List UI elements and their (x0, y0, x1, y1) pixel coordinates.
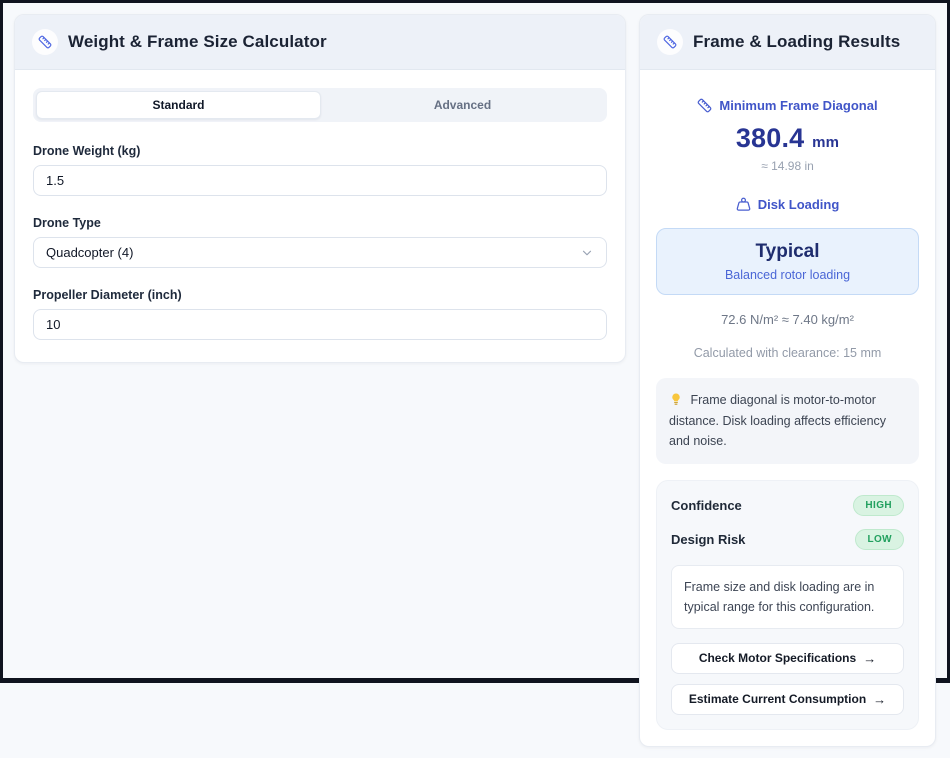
propeller-diameter-input[interactable] (33, 309, 607, 340)
drone-type-selected-value: Quadcopter (4) (46, 245, 133, 260)
calculator-title: Weight & Frame Size Calculator (68, 32, 327, 52)
design-risk-row: Design Risk LOW (671, 529, 904, 550)
confidence-label: Confidence (671, 498, 742, 513)
disk-loading-value: 72.6 N/m² ≈ 7.40 kg/m² (656, 312, 919, 327)
disk-loading-heading: Disk Loading (736, 197, 840, 212)
arrow-right-icon: → (873, 692, 886, 707)
arrow-right-icon: → (863, 651, 876, 666)
tip-text: Frame diagonal is motor-to-motor distanc… (669, 393, 886, 448)
summary-card: Confidence HIGH Design Risk LOW Frame si… (656, 480, 919, 730)
check-motor-specifications-label: Check Motor Specifications (699, 651, 856, 665)
drone-type-select[interactable]: Quadcopter (4) (33, 237, 607, 268)
calculator-header: Weight & Frame Size Calculator (15, 15, 625, 70)
results-body: Minimum Frame Diagonal 380.4 mm ≈ 14.98 … (640, 70, 935, 746)
frame-diagonal-number: 380.4 (736, 123, 805, 153)
disk-loading-rating-desc: Balanced rotor loading (669, 268, 906, 282)
drone-type-label: Drone Type (33, 216, 607, 230)
drone-weight-field: Drone Weight (kg) (33, 144, 607, 196)
disk-loading-rating-card: Typical Balanced rotor loading (656, 228, 919, 295)
frame-diagonal-alt: ≈ 14.98 in (656, 159, 919, 173)
frame-diagonal-heading: Minimum Frame Diagonal (697, 98, 877, 113)
calculator-body: Standard Advanced Drone Weight (kg) Dron… (15, 70, 625, 362)
tip-box: Frame diagonal is motor-to-motor distanc… (656, 378, 919, 464)
confidence-badge: HIGH (853, 495, 904, 516)
disk-loading-label: Disk Loading (758, 197, 840, 212)
ruler-icon (697, 98, 712, 113)
estimate-current-consumption-button[interactable]: Estimate Current Consumption → (671, 684, 904, 715)
calculator-panel: Weight & Frame Size Calculator Standard … (14, 14, 626, 363)
drone-type-field: Drone Type Quadcopter (4) (33, 216, 607, 268)
results-title: Frame & Loading Results (693, 32, 900, 52)
mode-tabs: Standard Advanced (33, 88, 607, 122)
summary-message: Frame size and disk loading are in typic… (671, 565, 904, 629)
weight-icon (736, 197, 751, 212)
clearance-note: Calculated with clearance: 15 mm (656, 346, 919, 360)
drone-weight-input[interactable] (33, 165, 607, 196)
chevron-down-icon (580, 246, 594, 260)
results-panel: Frame & Loading Results Minimum Frame Di… (639, 14, 936, 747)
disk-loading-rating: Typical (669, 241, 906, 263)
frame-diagonal-label: Minimum Frame Diagonal (719, 98, 877, 113)
page: Weight & Frame Size Calculator Standard … (3, 3, 947, 758)
ruler-icon (657, 29, 683, 55)
confidence-row: Confidence HIGH (671, 495, 904, 516)
propeller-diameter-field: Propeller Diameter (inch) (33, 288, 607, 340)
tab-standard[interactable]: Standard (36, 91, 321, 119)
estimate-current-consumption-label: Estimate Current Consumption (689, 692, 866, 706)
frame-diagonal-unit: mm (812, 134, 839, 151)
frame-diagonal-value: 380.4 mm (656, 123, 919, 154)
drone-weight-label: Drone Weight (kg) (33, 144, 607, 158)
tab-advanced[interactable]: Advanced (321, 91, 604, 119)
propeller-diameter-label: Propeller Diameter (inch) (33, 288, 607, 302)
design-risk-label: Design Risk (671, 532, 745, 547)
lightbulb-icon (669, 392, 683, 406)
results-header: Frame & Loading Results (640, 15, 935, 70)
check-motor-specifications-button[interactable]: Check Motor Specifications → (671, 643, 904, 674)
design-risk-badge: LOW (855, 529, 904, 550)
ruler-icon (32, 29, 58, 55)
